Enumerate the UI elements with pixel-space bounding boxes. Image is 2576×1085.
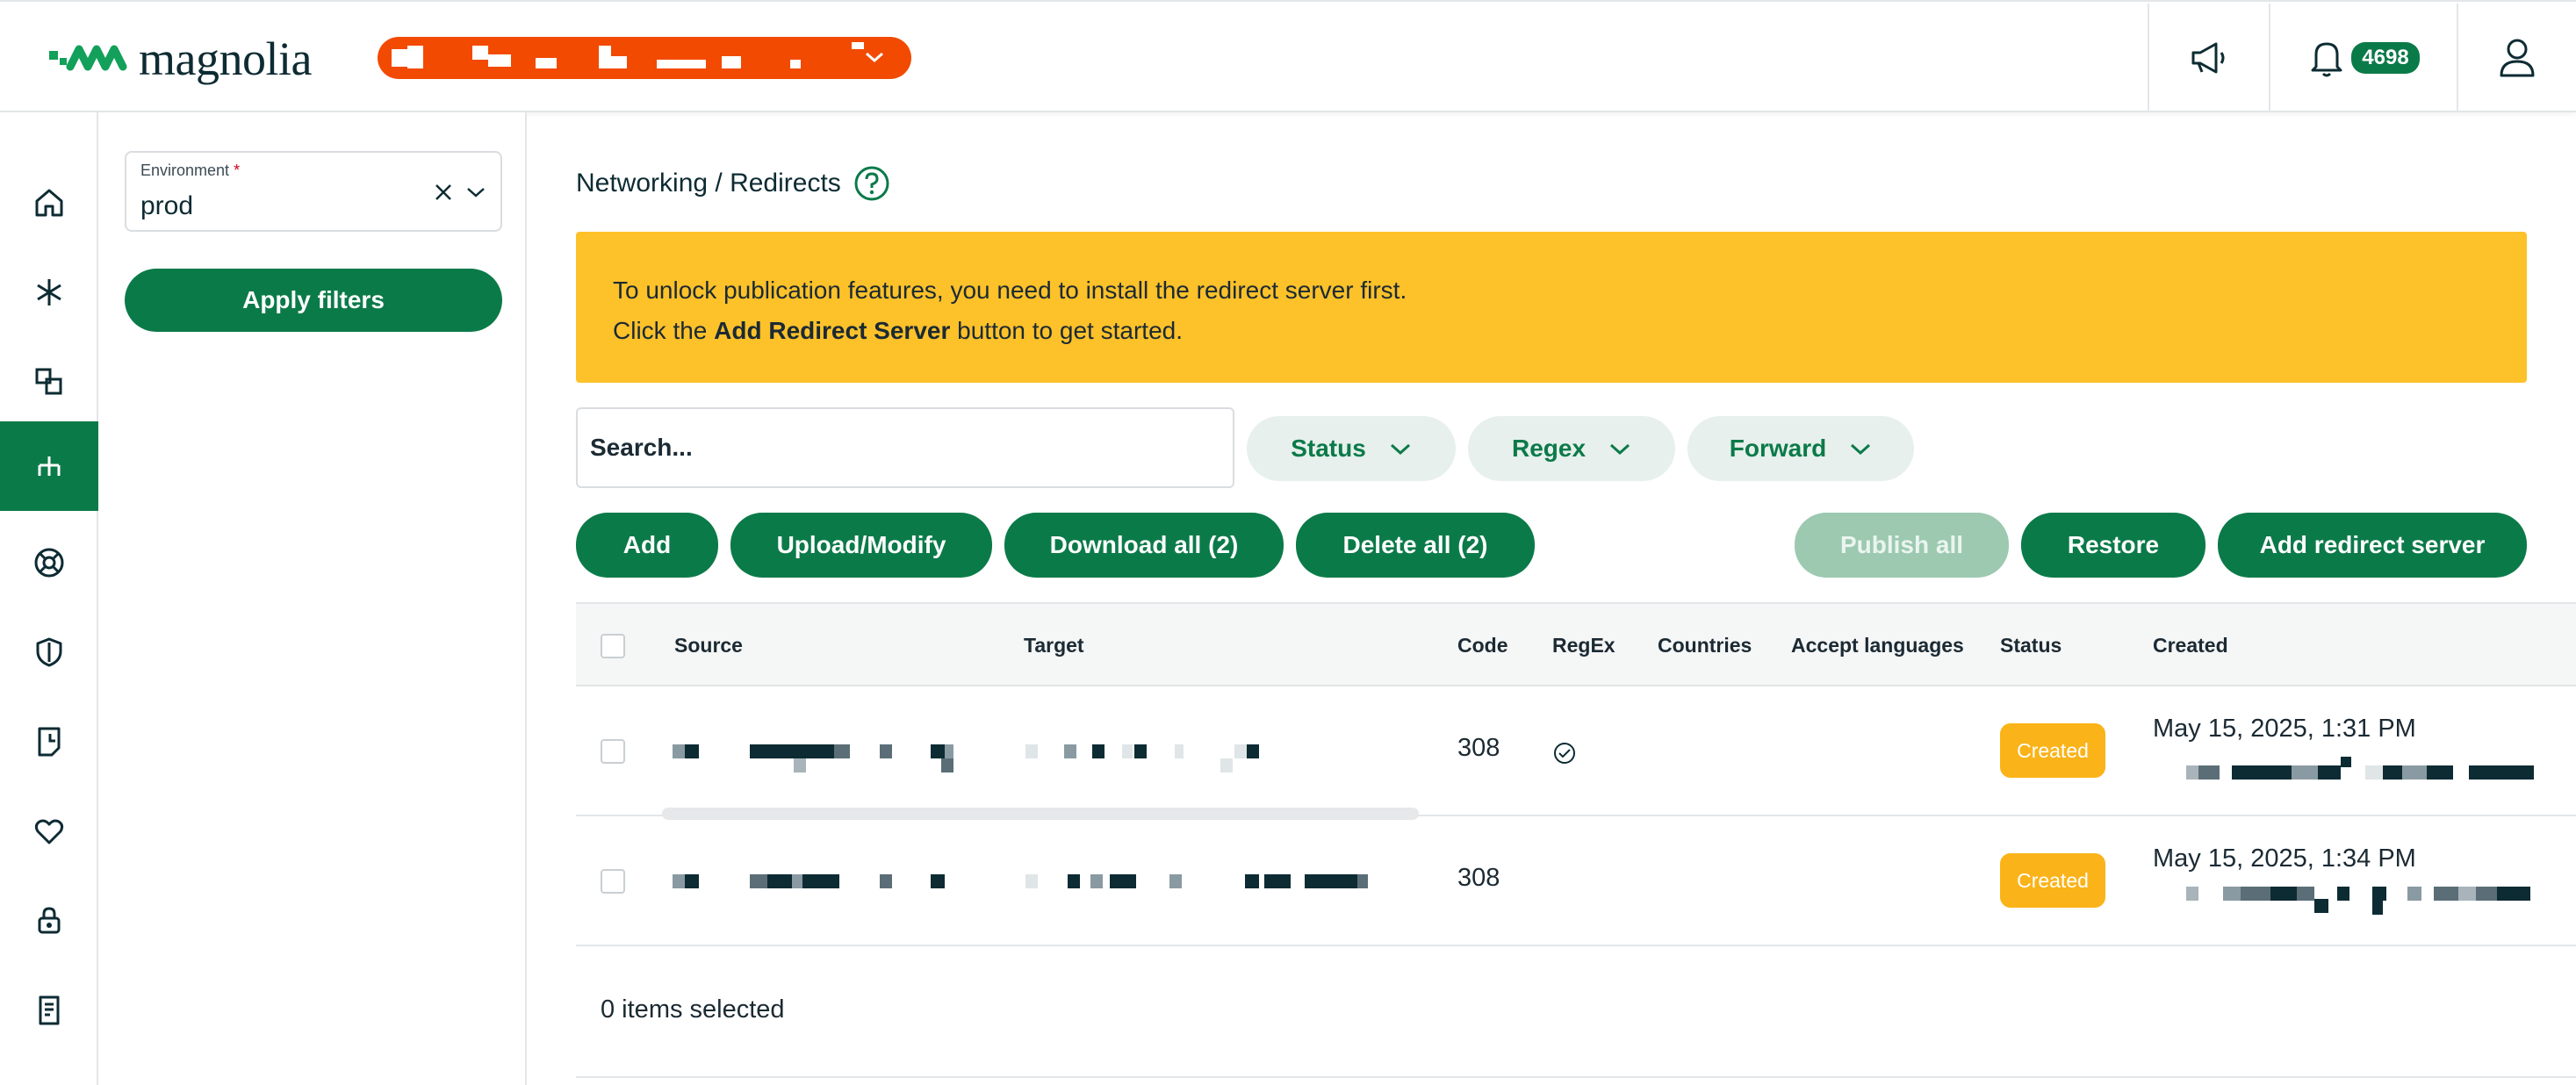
chevron-down-icon [866, 52, 883, 63]
user-icon [2500, 39, 2535, 77]
environment-select[interactable]: Environment * prod [125, 151, 502, 232]
row-created-date: May 15, 2025, 1:34 PM [2153, 844, 2416, 873]
announcements-button[interactable] [2148, 4, 2269, 112]
chevron-down-icon [1390, 443, 1410, 456]
lifebuoy-icon [34, 548, 64, 578]
rail-item-access[interactable] [0, 876, 98, 966]
megaphone-icon [2191, 42, 2225, 74]
rail-item-redirects[interactable] [0, 421, 98, 511]
banner-line-2: Click the Add Redirect Server button to … [613, 317, 1183, 344]
required-mark: * [234, 162, 241, 179]
shapes-icon [35, 368, 62, 395]
lock-icon [38, 907, 61, 934]
forward-filter-label: Forward [1729, 435, 1827, 462]
row-checkbox[interactable] [601, 739, 625, 764]
column-status[interactable]: Status [2000, 634, 2062, 657]
help-icon[interactable] [853, 165, 890, 202]
rail-item-asterisk[interactable] [0, 248, 98, 337]
home-icon [35, 189, 63, 217]
banner-line-1: To unlock publication features, you need… [613, 277, 1407, 304]
chevron-down-icon[interactable] [465, 184, 486, 200]
row-created-date: May 15, 2025, 1:31 PM [2153, 715, 2416, 743]
row-code: 308 [1457, 864, 1500, 892]
column-created[interactable]: Created [2153, 634, 2228, 657]
document-icon [38, 727, 61, 757]
redirects-icon [38, 456, 61, 476]
page-icon [39, 995, 60, 1025]
magnolia-logo[interactable]: magnolia [49, 33, 312, 84]
download-all-button[interactable]: Download all (2) [1004, 513, 1284, 578]
table-footer-divider [576, 1076, 2576, 1078]
user-menu-button[interactable] [2457, 4, 2576, 112]
publish-all-button[interactable]: Publish all [1795, 513, 2009, 578]
rail-item-shapes[interactable] [0, 337, 98, 427]
shield-icon [36, 637, 62, 667]
add-redirect-server-button[interactable]: Add redirect server [2218, 513, 2527, 578]
search-input[interactable]: Search... [576, 407, 1234, 488]
filter-panel: Environment * prod Apply filters [98, 112, 527, 1085]
chevron-down-icon [1610, 443, 1630, 456]
upload-modify-button[interactable]: Upload/Modify [730, 513, 992, 578]
restore-button[interactable]: Restore [2021, 513, 2205, 578]
column-regex[interactable]: RegEx [1552, 634, 1615, 657]
logo-text: magnolia [139, 32, 312, 85]
environment-value: prod [140, 191, 194, 220]
column-countries[interactable]: Countries [1658, 634, 1752, 657]
regex-filter-label: Regex [1511, 435, 1587, 462]
table-row[interactable]: 308 Created May 15, 2025, 1:34 PM [576, 816, 2576, 946]
column-source[interactable]: Source [674, 634, 743, 657]
environment-label: Environment * [140, 162, 241, 179]
notifications-count-badge: 4698 [2351, 42, 2420, 74]
add-button[interactable]: Add [576, 513, 718, 578]
breadcrumb-text: Networking / Redirects [576, 169, 841, 198]
status-filter-label: Status [1291, 435, 1366, 462]
asterisk-icon [37, 279, 61, 305]
table-row[interactable]: 308 Created May 15, 2025, 1:31 PM [576, 686, 2576, 816]
rail-item-documents[interactable] [0, 697, 98, 787]
select-all-checkbox[interactable] [601, 634, 625, 658]
rail-item-home[interactable] [0, 158, 98, 248]
row-checkbox[interactable] [601, 869, 625, 894]
rail-item-favorites[interactable] [0, 787, 98, 876]
row-code: 308 [1457, 734, 1500, 762]
redirect-server-banner: To unlock publication features, you need… [576, 232, 2527, 383]
status-filter[interactable]: Status [1247, 416, 1456, 481]
rail-item-security[interactable] [0, 607, 98, 697]
clear-icon[interactable] [434, 183, 453, 202]
status-badge: Created [2000, 723, 2105, 778]
delete-all-button[interactable]: Delete all (2) [1296, 513, 1535, 578]
check-circle-icon [1554, 743, 1575, 764]
top-bar: magnolia 4698 [0, 0, 2576, 112]
selection-count: 0 items selected [601, 995, 785, 1024]
forward-filter[interactable]: Forward [1687, 416, 1914, 481]
regex-filter[interactable]: Regex [1468, 416, 1675, 481]
heart-icon [34, 819, 64, 844]
notifications-button[interactable]: 4698 [2269, 4, 2457, 112]
breadcrumb: Networking / Redirects [576, 165, 890, 202]
column-code[interactable]: Code [1457, 634, 1508, 657]
apply-filters-button[interactable]: Apply filters [125, 269, 502, 332]
column-target[interactable]: Target [1024, 634, 1084, 657]
column-accept-languages[interactable]: Accept languages [1791, 634, 1964, 657]
site-selector[interactable] [378, 37, 911, 79]
bell-icon [2311, 42, 2342, 77]
app-rail [0, 112, 98, 1085]
magnolia-logo-mark [49, 45, 127, 71]
rail-item-support[interactable] [0, 518, 98, 607]
table-header: Source Target Code RegEx Countries Accep… [576, 602, 2576, 686]
status-badge: Created [2000, 853, 2105, 908]
chevron-down-icon [1851, 443, 1871, 456]
rail-item-pages[interactable] [0, 966, 98, 1055]
